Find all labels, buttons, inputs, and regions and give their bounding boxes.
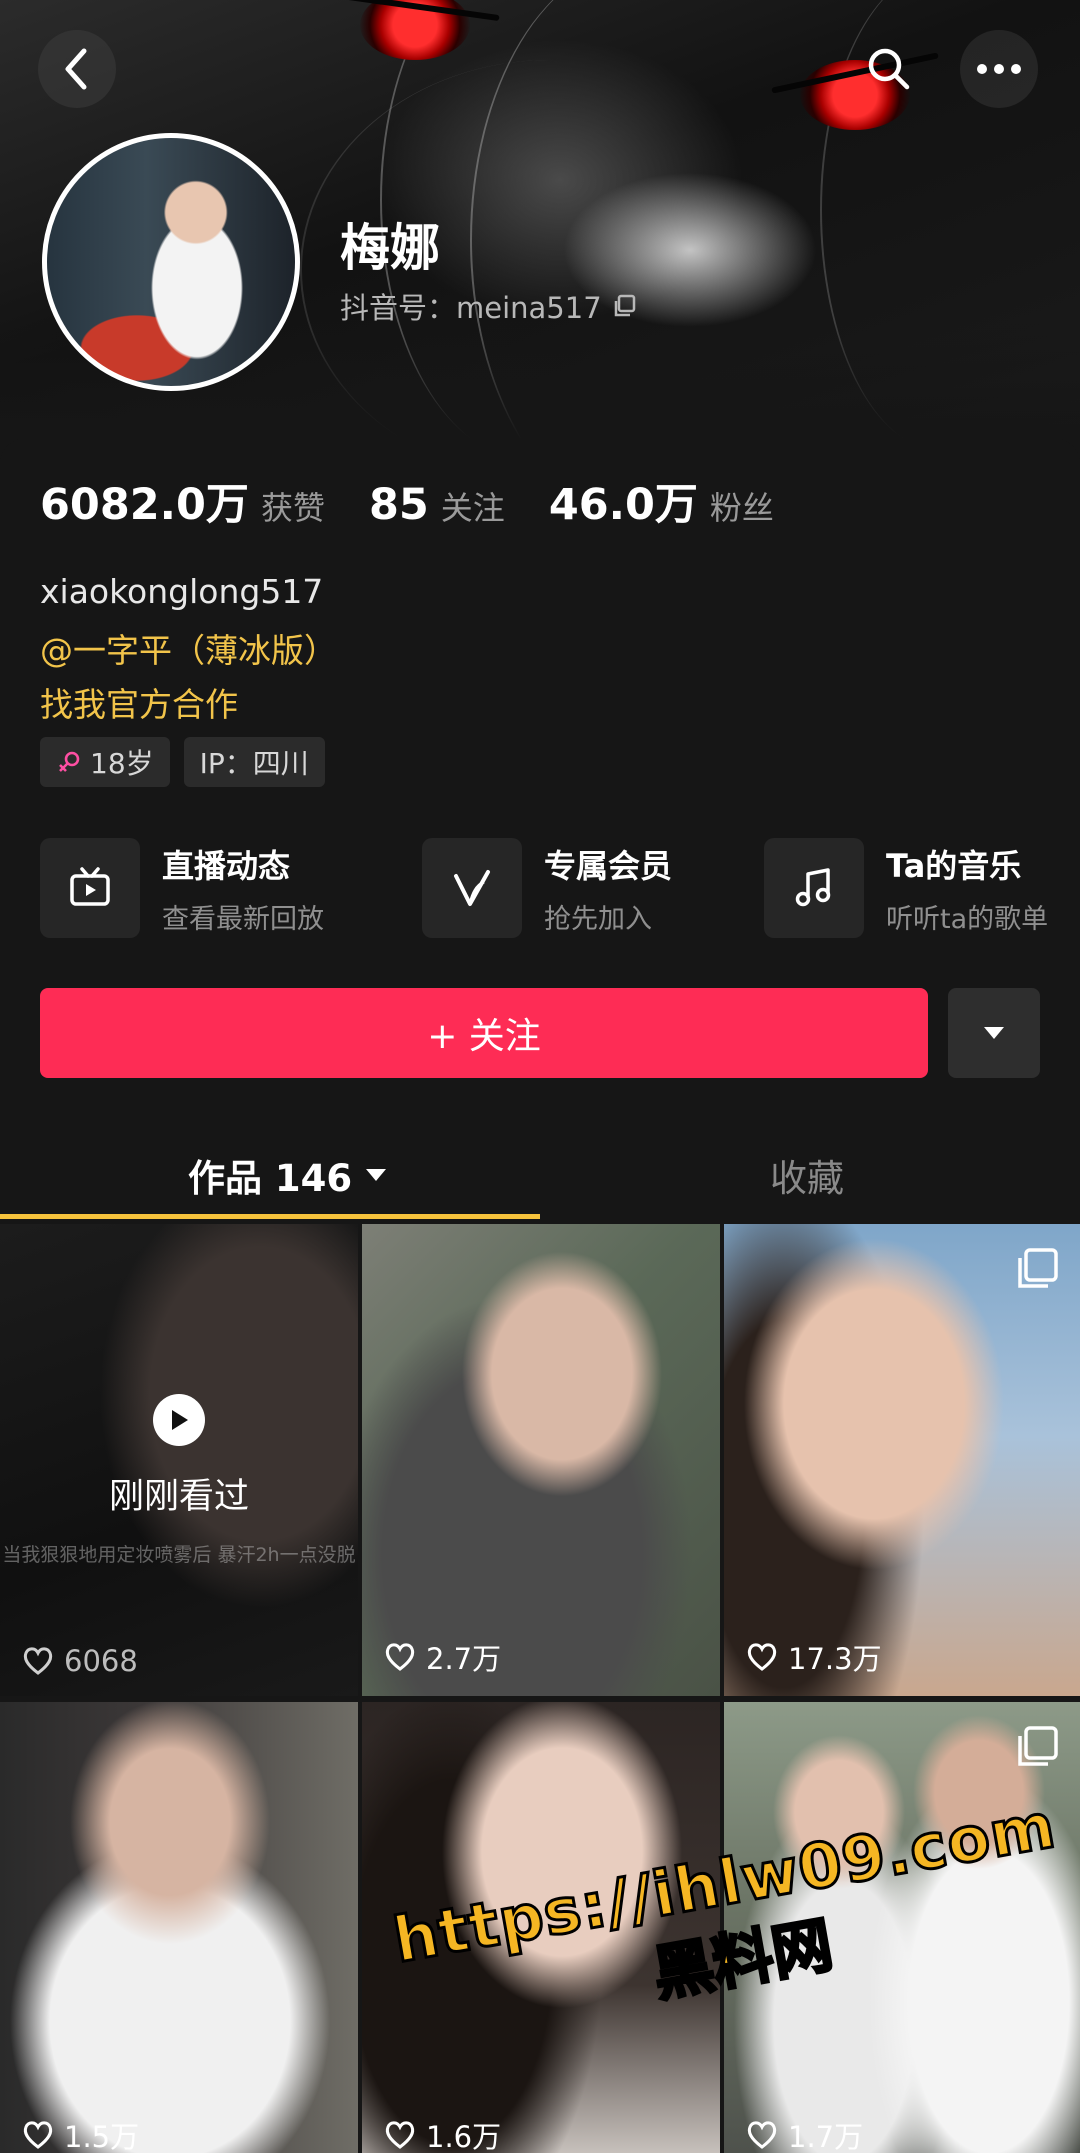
like-count: 1.5万 bbox=[22, 2114, 139, 2153]
multi-image-icon bbox=[1018, 1726, 1058, 1766]
stat-label: 粉丝 bbox=[709, 489, 774, 527]
music-note-icon bbox=[795, 868, 831, 907]
ip-text: IP：四川 bbox=[199, 747, 309, 780]
service-subtitle: 查看最新回放 bbox=[162, 903, 324, 935]
heart-icon bbox=[385, 1643, 415, 1671]
tab-favorites[interactable]: 收藏 bbox=[770, 1148, 844, 1202]
copy-icon[interactable] bbox=[612, 293, 638, 319]
profile-name: 梅娜 bbox=[340, 219, 440, 277]
heart-icon bbox=[747, 1643, 777, 1671]
tab-works-label: 作品 146 bbox=[188, 1157, 353, 1200]
content-tabs: 作品 146 收藏 bbox=[0, 1128, 1080, 1224]
stat-label: 关注 bbox=[440, 489, 505, 527]
douyin-id-row[interactable]: 抖音号：meina517 bbox=[340, 285, 638, 327]
stat-likes[interactable]: 6082.0万 获赞 bbox=[40, 470, 325, 532]
like-count-text: 2.7万 bbox=[426, 1642, 502, 1676]
service-music[interactable]: Ta的音乐 听听ta的歌单 bbox=[764, 838, 1048, 938]
avatar[interactable] bbox=[42, 133, 300, 391]
stats-row: 6082.0万 获赞 85 关注 46.0万 粉丝 bbox=[40, 470, 818, 532]
ip-tag: IP：四川 bbox=[183, 737, 325, 787]
tab-works[interactable]: 作品 146 bbox=[188, 1148, 388, 1202]
heart-icon bbox=[23, 2121, 53, 2149]
stat-label: 获赞 bbox=[260, 489, 325, 527]
bio-line: xiaokonglong517 bbox=[40, 572, 324, 611]
service-title: 专属会员 bbox=[544, 846, 673, 885]
like-count-text: 1.5万 bbox=[64, 2120, 140, 2153]
service-title: 直播动态 bbox=[162, 846, 291, 885]
profile-tags: 18岁 IP：四川 bbox=[40, 737, 325, 787]
heart-icon bbox=[747, 2121, 777, 2149]
service-member[interactable]: 专属会员 抢先加入 bbox=[422, 838, 672, 938]
tab-active-indicator bbox=[0, 1214, 540, 1219]
like-count-text: 17.3万 bbox=[788, 1642, 882, 1676]
tab-favorites-label: 收藏 bbox=[770, 1157, 844, 1200]
services-row: 直播动态 查看最新回放 专属会员 抢先加入 Ta的音乐 听听ta的歌单 bbox=[40, 838, 1070, 938]
more-button[interactable] bbox=[960, 30, 1038, 108]
recently-watched-overlay: 刚刚看过 bbox=[0, 1394, 358, 1519]
like-count: 6068 bbox=[22, 1644, 138, 1678]
female-gender-icon bbox=[59, 751, 80, 772]
caret-down-icon bbox=[984, 1027, 1004, 1039]
like-count: 2.7万 bbox=[384, 1636, 501, 1678]
douyin-id-text: 抖音号：meina517 bbox=[340, 291, 602, 325]
service-icon-box bbox=[40, 838, 140, 938]
service-icon-box bbox=[422, 838, 522, 938]
service-title: Ta的音乐 bbox=[886, 846, 1022, 885]
video-thumbnail[interactable]: 1.5万 bbox=[0, 1702, 358, 2153]
photo-thumbnail[interactable]: 17.3万 bbox=[724, 1224, 1080, 1696]
v-member-icon bbox=[454, 870, 490, 906]
like-count-text: 1.6万 bbox=[426, 2120, 502, 2153]
age-tag: 18岁 bbox=[40, 737, 170, 787]
back-button[interactable] bbox=[38, 30, 116, 108]
heart-icon bbox=[23, 1647, 53, 1675]
service-live[interactable]: 直播动态 查看最新回放 bbox=[40, 838, 324, 938]
service-icon-box bbox=[764, 838, 864, 938]
tv-icon bbox=[70, 867, 110, 906]
video-thumbnail[interactable]: 刚刚看过 当我狠狠地用定妆喷雾后 暴汗2h一点没脱 6068 bbox=[0, 1224, 358, 1696]
play-icon bbox=[153, 1394, 205, 1446]
like-count: 1.7万 bbox=[746, 2114, 863, 2153]
stat-followers[interactable]: 46.0万 粉丝 bbox=[549, 470, 774, 532]
video-caption: 当我狠狠地用定妆喷雾后 暴汗2h一点没脱 bbox=[2, 1544, 356, 1566]
service-subtitle: 抢先加入 bbox=[544, 903, 652, 935]
follow-button[interactable]: + 关注 bbox=[40, 988, 928, 1078]
service-subtitle: 听听ta的歌单 bbox=[886, 903, 1049, 935]
recommend-dropdown-button[interactable] bbox=[948, 988, 1040, 1078]
stat-value: 85 bbox=[368, 480, 429, 530]
bio-mention-link[interactable]: @一字平（薄冰版） bbox=[40, 624, 337, 672]
video-thumbnail[interactable]: 2.7万 bbox=[362, 1224, 720, 1696]
like-count: 1.6万 bbox=[384, 2114, 501, 2153]
recently-watched-label: 刚刚看过 bbox=[108, 1477, 249, 1517]
search-button[interactable] bbox=[850, 30, 928, 108]
stat-following[interactable]: 85 关注 bbox=[369, 480, 505, 530]
bio-cooperation-link[interactable]: 找我官方合作 bbox=[40, 678, 238, 726]
more-dots-icon bbox=[977, 64, 1021, 74]
like-count: 17.3万 bbox=[746, 1636, 882, 1678]
like-count-text: 6068 bbox=[64, 1644, 138, 1678]
like-count-text: 1.7万 bbox=[788, 2120, 864, 2153]
stat-value: 46.0万 bbox=[548, 480, 698, 530]
age-text: 18岁 bbox=[90, 747, 154, 780]
heart-icon bbox=[385, 2121, 415, 2149]
multi-image-icon bbox=[1018, 1248, 1058, 1288]
caret-down-icon bbox=[366, 1169, 387, 1181]
follow-label: + 关注 bbox=[427, 1016, 541, 1057]
stat-value: 6082.0万 bbox=[40, 480, 249, 530]
search-icon bbox=[868, 48, 910, 90]
chevron-left-icon bbox=[65, 48, 87, 90]
